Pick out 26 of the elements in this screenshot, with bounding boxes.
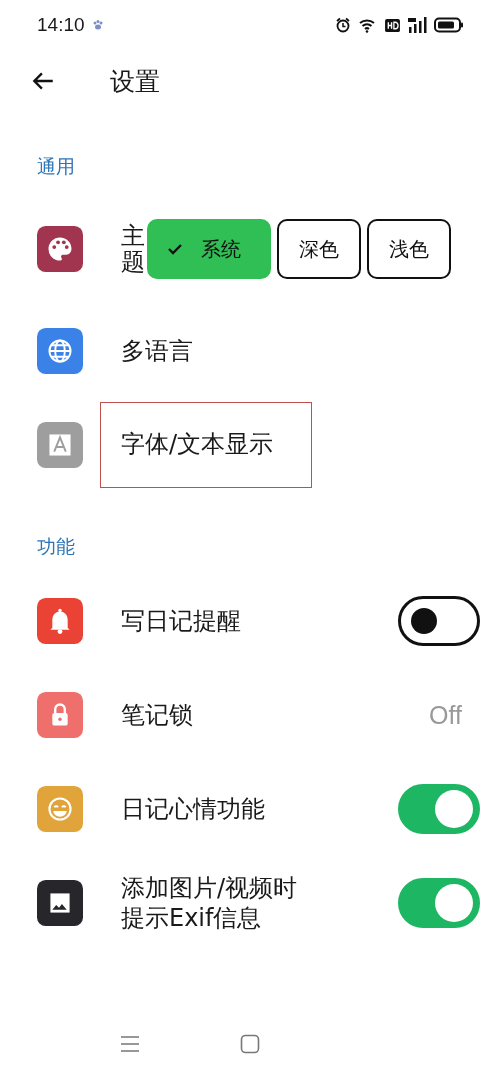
setting-label[interactable]: 多语言	[121, 336, 193, 366]
section-title: 通用	[36, 154, 76, 179]
hd-icon	[385, 18, 400, 32]
paw-icon	[91, 19, 104, 31]
signal-icon	[407, 17, 427, 33]
page-title: 设置	[110, 65, 160, 98]
battery-icon	[434, 17, 464, 33]
alarm-icon	[335, 17, 351, 33]
setting-label: 笔记锁	[121, 700, 193, 730]
status-time: 14:10	[37, 14, 85, 36]
menu-icon[interactable]	[120, 1034, 140, 1054]
setting-label: 写日记提醒	[121, 606, 241, 636]
setting-label: 日记心情功能	[121, 794, 265, 824]
home-icon[interactable]	[240, 1034, 260, 1054]
theme-option[interactable]: 浅色	[367, 219, 451, 279]
toggle-switch[interactable]	[398, 596, 480, 646]
setting-label[interactable]: 字体/文本显示	[101, 403, 312, 487]
setting-label: 主题	[121, 222, 145, 276]
theme-option[interactable]: 深色	[277, 219, 361, 279]
section-title: 功能	[36, 534, 76, 559]
check-icon	[167, 241, 183, 257]
setting-value: Off	[429, 700, 462, 730]
setting-label: 添加图片/视频时提示Exif信息	[121, 873, 299, 933]
theme-option[interactable]: 系统	[147, 219, 271, 279]
toggle-switch[interactable]	[398, 878, 480, 928]
toggle-switch[interactable]	[398, 784, 480, 834]
